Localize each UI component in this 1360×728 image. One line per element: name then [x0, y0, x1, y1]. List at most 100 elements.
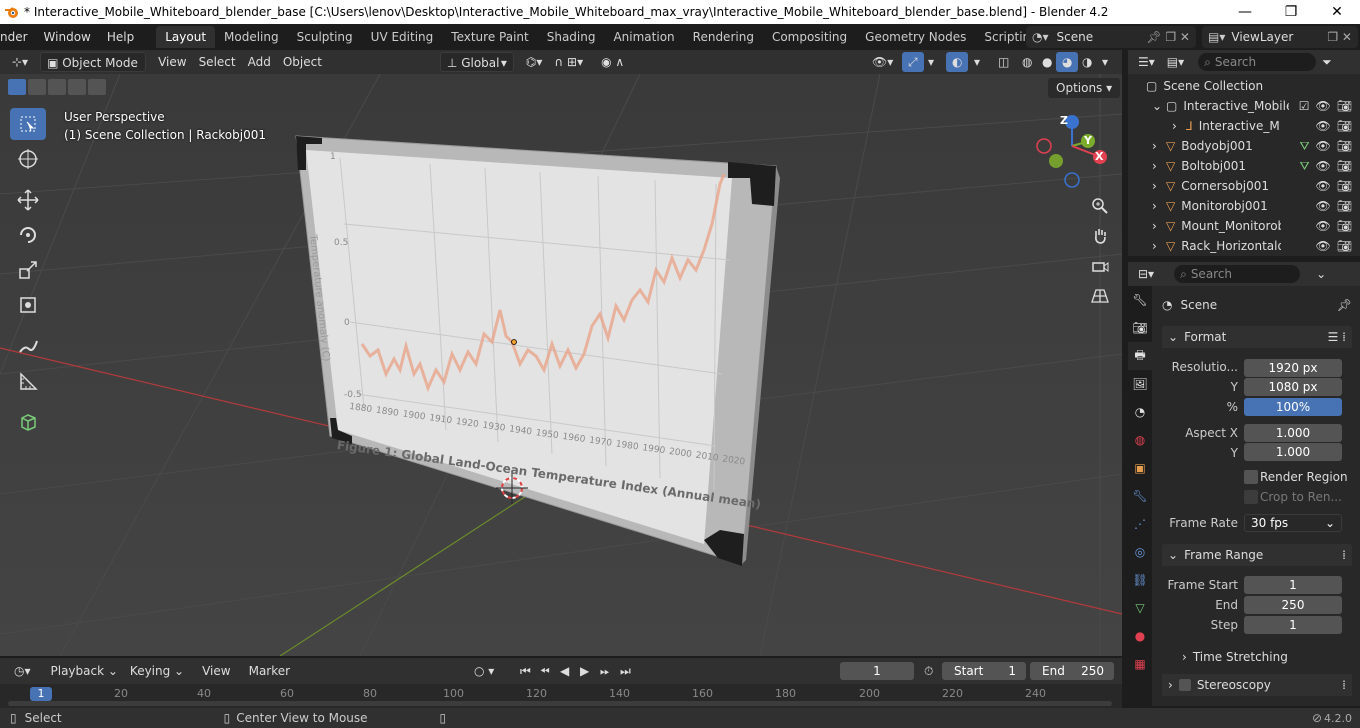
menu-marker[interactable]: Marker: [243, 661, 296, 681]
constraints-tab-icon[interactable]: ⛓︎: [1128, 566, 1152, 594]
timeline-end-field[interactable]: End 250: [1030, 662, 1114, 680]
menu-render[interactable]: nder: [0, 26, 36, 48]
maximize-button[interactable]: ❐: [1268, 0, 1314, 24]
menu-object[interactable]: Object: [277, 52, 328, 72]
timeline-ruler[interactable]: 1 20 40 60 80 100 120 140 160 180 200 22…: [0, 684, 1122, 708]
stereoscopy-panel-header[interactable]: › Stereoscopy ⁞: [1162, 674, 1352, 696]
menu-view[interactable]: View: [152, 52, 192, 72]
proportional-edit-icon[interactable]: ◉ ∧: [595, 52, 630, 72]
eye-icon[interactable]: 👁︎: [1316, 219, 1331, 233]
select-new-icon[interactable]: [8, 79, 26, 95]
pan-hand-icon[interactable]: [1086, 222, 1114, 250]
overlay-toggle-icon[interactable]: ◐: [946, 52, 969, 72]
shading-dropdown-icon[interactable]: ▾: [1096, 52, 1114, 72]
camera-icon[interactable]: 📷︎: [1337, 119, 1352, 133]
display-mode-icon[interactable]: ▤▾: [1161, 52, 1190, 72]
resolution-x-field[interactable]: 1920 px: [1244, 359, 1342, 377]
eye-icon[interactable]: 👁︎: [1316, 99, 1331, 113]
outliner-row[interactable]: ›▽Rack_Horizontalobj 👁︎📷︎: [1128, 236, 1360, 256]
play-icon[interactable]: ▶: [574, 661, 595, 681]
options-dropdown[interactable]: Options ▾: [1048, 78, 1121, 98]
camera-icon[interactable]: 📷︎: [1337, 239, 1352, 253]
material-tab-icon[interactable]: ●: [1128, 622, 1152, 650]
zoom-icon[interactable]: [1086, 192, 1114, 220]
outliner-search-input[interactable]: ⌕ Search: [1198, 53, 1317, 71]
menu-window[interactable]: Window: [36, 26, 99, 48]
menu-add[interactable]: Add: [242, 52, 277, 72]
view-layer-tab-icon[interactable]: 🖼︎: [1128, 370, 1152, 398]
mode-dropdown[interactable]: ▣ Object Mode▾: [40, 52, 147, 90]
overlay-dropdown-icon[interactable]: ▾: [968, 52, 986, 72]
resolution-y-field[interactable]: 1080 px: [1244, 378, 1342, 396]
texture-tab-icon[interactable]: ▦: [1128, 650, 1152, 678]
select-box-tool-icon[interactable]: [10, 108, 46, 140]
camera-icon[interactable]: 📷︎: [1337, 139, 1352, 154]
menu-timeline-view[interactable]: View: [196, 661, 236, 681]
render-tab-icon[interactable]: 📷︎: [1128, 314, 1152, 342]
properties-search-input[interactable]: ⌕ Search: [1174, 265, 1301, 283]
tab-animation[interactable]: Animation: [604, 26, 683, 48]
list-icon[interactable]: ☰ ⁞: [1328, 330, 1346, 344]
tab-uv-editing[interactable]: UV Editing: [362, 26, 443, 48]
camera-icon[interactable]: 📷︎: [1337, 159, 1352, 174]
properties-editor-icon[interactable]: ⊟▾: [1132, 264, 1160, 284]
data-tab-icon[interactable]: ▽: [1128, 594, 1152, 622]
eye-icon[interactable]: 👁︎: [1316, 159, 1331, 174]
pin-icon[interactable]: 📌︎: [1337, 298, 1352, 312]
add-cube-tool-icon[interactable]: [10, 406, 46, 438]
tab-modeling[interactable]: Modeling: [215, 26, 288, 48]
menu-playback[interactable]: Playback ⌄: [45, 661, 124, 681]
outliner-row[interactable]: › ▽ Monitorobj001 👁︎ 📷︎: [1128, 196, 1360, 216]
physics-tab-icon[interactable]: ◎: [1128, 538, 1152, 566]
scene-tab-icon[interactable]: ◔: [1128, 398, 1152, 426]
orientation-dropdown[interactable]: ⊥ Global ▾: [439, 52, 514, 72]
next-keyframe-icon[interactable]: ⏩︎: [594, 661, 616, 681]
cursor-tool-icon[interactable]: [10, 143, 46, 175]
current-frame-field[interactable]: 1: [840, 662, 914, 680]
aspect-x-field[interactable]: 1.000: [1244, 424, 1342, 442]
stopwatch-icon[interactable]: ⏱︎: [918, 661, 939, 681]
tab-shading[interactable]: Shading: [538, 26, 605, 48]
outliner-row[interactable]: › ▽ Mount_Monitorobj 👁︎ 📷︎: [1128, 216, 1360, 236]
visibility-icon[interactable]: 👁︎▾: [866, 52, 899, 72]
eye-icon[interactable]: 👁︎: [1316, 239, 1331, 253]
editor-type-icon[interactable]: ⊹▾: [6, 52, 34, 72]
frame-range-panel-header[interactable]: ⌄ Frame Range ⁞: [1162, 544, 1352, 566]
gizmo-dropdown-icon[interactable]: ▾: [922, 52, 940, 72]
render-region-checkbox[interactable]: [1244, 470, 1258, 484]
select-invert-icon[interactable]: [68, 79, 86, 95]
close-button[interactable]: ✕: [1314, 0, 1360, 24]
timeline-scrollbar[interactable]: [8, 701, 1112, 706]
eye-icon[interactable]: 👁︎: [1316, 139, 1331, 154]
time-stretching-subpanel[interactable]: › Time Stretching: [1162, 646, 1352, 668]
scene-collection-row[interactable]: ▢ Scene Collection: [1128, 76, 1360, 96]
menu-keying[interactable]: Keying ⌄: [124, 661, 190, 681]
outliner-editor-icon[interactable]: ☰▾: [1132, 52, 1161, 72]
eye-icon[interactable]: 👁︎: [1316, 199, 1331, 213]
checkbox-icon[interactable]: ☑: [1299, 99, 1310, 113]
outliner-row[interactable]: › ▽ Boltobj001 ⛛ 👁︎ 📷︎: [1128, 156, 1360, 176]
transform-tool-icon[interactable]: [10, 289, 46, 321]
select-subtract-icon[interactable]: [48, 79, 66, 95]
tab-geometry-nodes[interactable]: Geometry Nodes: [856, 26, 975, 48]
scale-tool-icon[interactable]: [10, 254, 46, 286]
world-tab-icon[interactable]: ◍: [1128, 426, 1152, 454]
resolution-percent-field[interactable]: 100%: [1244, 398, 1342, 416]
prev-keyframe-icon[interactable]: ⏪︎: [534, 661, 556, 681]
rotate-tool-icon[interactable]: [10, 219, 46, 251]
format-panel-header[interactable]: ⌄ Format ☰ ⁞: [1162, 326, 1352, 348]
auto-key-icon[interactable]: ○ ▾: [468, 661, 500, 681]
playhead[interactable]: 1: [30, 687, 52, 701]
menu-select[interactable]: Select: [193, 52, 242, 72]
tab-sculpting[interactable]: Sculpting: [288, 26, 362, 48]
drag-handle-icon[interactable]: ⁞: [1342, 548, 1346, 562]
outliner-row[interactable]: › ▽ Cornersobj001 👁︎ 📷︎: [1128, 176, 1360, 196]
snap-icon[interactable]: ∩ ⊞▾: [548, 52, 589, 72]
crop-checkbox[interactable]: [1244, 490, 1258, 504]
xray-icon[interactable]: ◫: [992, 52, 1015, 72]
jump-end-icon[interactable]: ⏭: [614, 661, 637, 681]
tab-texture-paint[interactable]: Texture Paint: [442, 26, 537, 48]
scene-selector[interactable]: ◔▾ Scene 📌︎ ❐ ✕: [1026, 26, 1196, 48]
measure-tool-icon[interactable]: [10, 365, 46, 397]
tool-tab-icon[interactable]: 🔧︎: [1128, 286, 1152, 314]
